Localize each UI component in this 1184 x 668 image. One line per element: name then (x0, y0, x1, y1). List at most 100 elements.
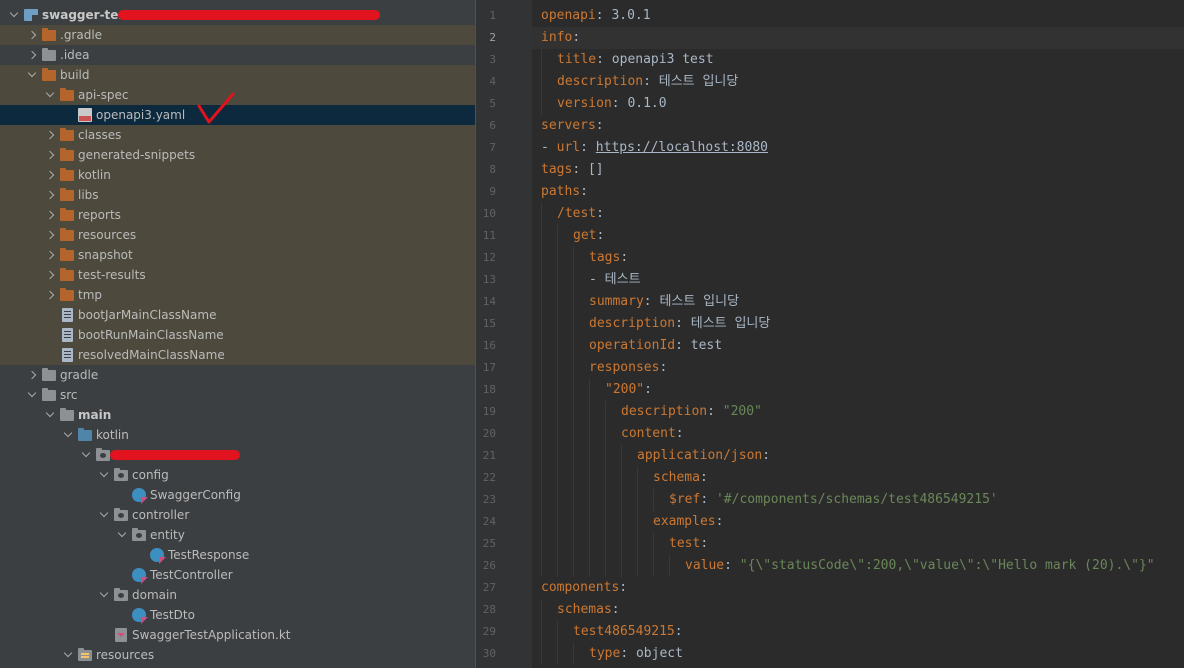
tree-item[interactable]: SwaggerConfig (0, 485, 475, 505)
chevron-right-icon[interactable] (42, 145, 58, 165)
code-line[interactable]: $ref: '#/components/schemas/test48654921… (669, 489, 998, 511)
tree-item[interactable]: config (0, 465, 475, 485)
tree-item[interactable]: main (0, 405, 475, 425)
tree-item[interactable]: kotlin (0, 165, 475, 185)
chevron-right-icon[interactable] (42, 125, 58, 145)
code-line[interactable]: "200": (605, 379, 652, 401)
tree-item[interactable]: entity (0, 525, 475, 545)
code-line[interactable]: description: "200" (621, 401, 762, 423)
line-number: 30 (482, 647, 496, 660)
code-line[interactable]: content: (621, 423, 684, 445)
tree-item[interactable]: .idea (0, 45, 475, 65)
chevron-down-icon[interactable] (42, 85, 58, 105)
code-line[interactable]: examples: (653, 511, 723, 533)
code-line[interactable]: info: (541, 27, 580, 49)
tree-item[interactable]: libs (0, 185, 475, 205)
code-line[interactable]: schema: (653, 467, 708, 489)
chevron-down-icon[interactable] (24, 385, 40, 405)
code-line[interactable]: type: object (589, 643, 683, 665)
chevron-right-icon[interactable] (24, 45, 40, 65)
code-editor[interactable]: openapi: 3.0.1 info: title: openapi3 test d… (532, 0, 1184, 668)
chevron-down-icon[interactable] (96, 465, 112, 485)
yaml-key: title (557, 52, 597, 67)
chevron-right-icon[interactable] (42, 285, 58, 305)
tree-item[interactable]: gradle (0, 365, 475, 385)
chevron-right-icon[interactable] (42, 205, 58, 225)
tree-item[interactable]: resolvedMainClassName (0, 345, 475, 365)
tree-item[interactable]: openapi3.yaml (0, 105, 475, 125)
tree-item[interactable]: resources (0, 225, 475, 245)
chevron-down-icon[interactable] (78, 445, 94, 465)
code-line[interactable]: test: (669, 533, 708, 555)
tree-item[interactable]: TestResponse (0, 545, 475, 565)
yaml-key: summary (589, 294, 644, 309)
code-line[interactable]: - 테스트 (589, 269, 641, 291)
tree-item[interactable]: src (0, 385, 475, 405)
folder-grey-icon (58, 405, 76, 425)
tree-item[interactable]: TestDto (0, 605, 475, 625)
yaml-key: components (541, 580, 620, 595)
yaml-key: openapi (541, 8, 596, 23)
code-line[interactable]: title: openapi3 test (557, 49, 714, 71)
chevron-down-icon[interactable] (6, 5, 22, 25)
tree-item[interactable]: classes (0, 125, 475, 145)
yaml-value: : (674, 624, 683, 639)
url-link[interactable]: https://localhost:8080 (596, 140, 768, 155)
tree-item[interactable]: resources (0, 645, 475, 665)
chevron-down-icon[interactable] (96, 505, 112, 525)
tree-item[interactable]: kotlin (0, 425, 475, 445)
code-line[interactable]: application/json: (637, 445, 770, 467)
tree-item[interactable]: snapshot (0, 245, 475, 265)
chevron-right-icon[interactable] (42, 265, 58, 285)
yaml-value: : (700, 492, 716, 507)
chevron-right-icon[interactable] (24, 365, 40, 385)
code-line[interactable]: paths: (541, 181, 588, 203)
chevron-down-icon[interactable] (114, 525, 130, 545)
tree-item[interactable]: bootRunMainClassName (0, 325, 475, 345)
chevron-right-icon[interactable] (42, 185, 58, 205)
chevron-down-icon[interactable] (60, 425, 76, 445)
code-line[interactable]: /test: (557, 203, 604, 225)
project-tree-panel[interactable]: swagger-test .gradle .idea build api-spec ope… (0, 0, 475, 668)
code-line[interactable]: openapi: 3.0.1 (541, 5, 651, 27)
tree-item[interactable]: test-results (0, 265, 475, 285)
editor-scrollbar[interactable] (1174, 0, 1184, 668)
chevron-down-icon[interactable] (42, 405, 58, 425)
code-line[interactable]: schemas: (557, 599, 620, 621)
code-line[interactable]: tags: [] (541, 159, 604, 181)
chevron-down-icon[interactable] (24, 65, 40, 85)
tree-item[interactable]: domain (0, 585, 475, 605)
code-line[interactable]: - url: https://localhost:8080 (541, 137, 768, 159)
package-icon (130, 525, 148, 545)
tree-item[interactable]: bootJarMainClassName (0, 305, 475, 325)
code-line[interactable]: version: 0.1.0 (557, 93, 667, 115)
tree-item[interactable]: reports (0, 205, 475, 225)
tree-item[interactable]: SwaggerTestApplication.kt (0, 625, 475, 645)
tree-item[interactable]: controller (0, 505, 475, 525)
tree-item[interactable]: generated-snippets (0, 145, 475, 165)
code-line[interactable]: description: 테스트 입니당 (589, 313, 770, 335)
tree-item[interactable]: tmp (0, 285, 475, 305)
tree-item[interactable]: api-spec (0, 85, 475, 105)
yaml-key: schemas (557, 602, 612, 617)
chevron-right-icon[interactable] (42, 225, 58, 245)
code-line[interactable]: components: (541, 577, 627, 599)
chevron-right-icon[interactable] (42, 245, 58, 265)
code-line[interactable]: tags: (589, 247, 628, 269)
chevron-right-icon[interactable] (42, 165, 58, 185)
code-line[interactable]: test486549215: (573, 621, 683, 643)
code-line[interactable]: responses: (589, 357, 667, 379)
kotlin-class-icon (130, 565, 148, 585)
chevron-down-icon[interactable] (60, 645, 76, 665)
tree-item[interactable]: build (0, 65, 475, 85)
tree-item[interactable]: .gradle (0, 25, 475, 45)
code-line[interactable]: get: (573, 225, 604, 247)
tree-item[interactable]: TestController (0, 565, 475, 585)
code-line[interactable]: description: 테스트 입니당 (557, 71, 738, 93)
chevron-down-icon[interactable] (96, 585, 112, 605)
code-line[interactable]: summary: 테스트 입니당 (589, 291, 739, 313)
code-line[interactable]: operationId: test (589, 335, 722, 357)
code-line[interactable]: value: "{\"statusCode\":200,\"value\":\"… (685, 555, 1155, 577)
code-line[interactable]: servers: (541, 115, 604, 137)
chevron-right-icon[interactable] (24, 25, 40, 45)
